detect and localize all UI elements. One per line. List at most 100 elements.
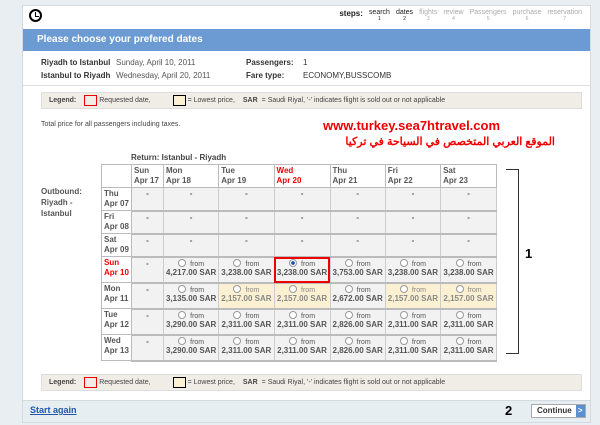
price-cell[interactable]: from 2,672.00 SAR (329, 282, 386, 310)
unavailable-cell: - (273, 233, 331, 258)
step-flights: flights 3 (419, 9, 437, 22)
radio-button[interactable] (344, 285, 353, 294)
price-cell[interactable]: from 2,311.00 SAR (218, 308, 275, 336)
price-cell[interactable]: from 4,217.00 SAR (162, 256, 220, 284)
unavailable-dash: - (411, 189, 415, 198)
radio-button[interactable] (455, 285, 464, 294)
price-value: 3,753.00 SAR (332, 267, 383, 277)
steps-label: steps: (339, 9, 363, 18)
col-date: Apr 23 (443, 176, 468, 185)
radio-button[interactable] (399, 285, 408, 294)
radio-button[interactable] (399, 311, 408, 320)
price-cell[interactable]: from 2,311.00 SAR (440, 334, 498, 362)
radio-button[interactable] (233, 285, 242, 294)
radio-button[interactable] (399, 337, 408, 346)
legend-label: Legend: (49, 379, 77, 386)
radio-button[interactable] (399, 259, 408, 268)
col-date: Apr 17 (134, 176, 159, 185)
start-again-link[interactable]: Start again (30, 405, 77, 415)
row-header-apr-13: Wed Apr 13 (101, 334, 132, 361)
unavailable-cell: - (329, 233, 386, 258)
unavailable-dash: - (467, 189, 470, 198)
annotation-bracket (506, 169, 519, 354)
arrow-right-icon: > (575, 405, 585, 417)
page-title: Please choose your prefered dates (23, 29, 590, 51)
radio-button[interactable] (178, 311, 187, 320)
unavailable-dash: - (146, 258, 149, 268)
col-day: Wed (276, 166, 294, 175)
outbound-line: Outbound: (41, 187, 82, 196)
unavailable-cell: - (329, 187, 386, 212)
price-cell[interactable]: from 2,826.00 SAR (329, 334, 386, 362)
price-cell[interactable]: from 2,311.00 SAR (384, 308, 442, 336)
row-header-apr-07: Thu Apr 07 (101, 187, 132, 211)
from-label: from (411, 260, 426, 268)
unavailable-cell: - (440, 233, 498, 258)
radio-button[interactable] (344, 311, 353, 320)
table-row: Sun Apr 10- from 4,217.00 SAR from 3,238.00 S… (101, 256, 498, 284)
radio-button[interactable] (344, 337, 353, 346)
price-cell[interactable]: from 3,753.00 SAR (329, 256, 386, 284)
steps-progress: steps: search 1 dates 2 flights 3 review 4 Passen… (339, 9, 582, 22)
price-value: 2,311.00 SAR (388, 345, 438, 355)
unavailable-dash: - (146, 235, 149, 245)
price-cell[interactable]: from 3,238.00 SAR (273, 256, 331, 284)
radio-button[interactable] (289, 311, 298, 320)
radio-button[interactable] (178, 259, 187, 268)
radio-button[interactable] (344, 259, 353, 268)
unavailable-cell: - (440, 210, 498, 235)
radio-button[interactable] (455, 311, 464, 320)
radio-button[interactable] (233, 311, 242, 320)
unavailable-cell: - (440, 187, 498, 212)
price-cell[interactable]: from 3,238.00 SAR (384, 256, 442, 284)
row-date: Apr 11 (104, 294, 129, 303)
radio-button[interactable] (289, 337, 298, 346)
radio-button[interactable] (455, 337, 464, 346)
price-cell[interactable]: from 2,157.00 SAR (218, 282, 275, 310)
price-cell[interactable]: from 3,238.00 SAR (218, 256, 275, 284)
price-cell[interactable]: from 2,311.00 SAR (273, 334, 331, 362)
ret-date: Wednesday, April 20, 2011 (116, 71, 211, 80)
price-cell[interactable]: from 3,290.00 SAR (162, 334, 220, 362)
price-cell[interactable]: from 2,311.00 SAR (218, 334, 275, 362)
unavailable-cell: - (131, 308, 164, 336)
unavailable-cell: - (218, 233, 275, 258)
price-cell[interactable]: from 3,135.00 SAR (162, 282, 220, 310)
price-cell[interactable]: from 2,826.00 SAR (329, 308, 386, 336)
radio-button[interactable] (455, 259, 464, 268)
unavailable-dash: - (189, 235, 193, 245)
price-cell[interactable]: from 3,238.00 SAR (440, 256, 498, 284)
col-date: Apr 20 (276, 176, 302, 185)
table-row: Mon Apr 11- from 3,135.00 SAR from 2,157.00 S… (101, 282, 498, 310)
price-cell[interactable]: from 2,157.00 SAR (440, 282, 498, 310)
row-date: Apr 12 (104, 320, 129, 329)
radio-button[interactable] (233, 259, 242, 268)
price-value: 3,238.00 SAR (443, 267, 494, 277)
price-cell[interactable]: from 2,311.00 SAR (384, 334, 442, 362)
row-date: Apr 10 (104, 268, 129, 277)
price-cell[interactable]: from 2,311.00 SAR (440, 308, 498, 336)
column-header-apr-23: Sat Apr 23 (440, 164, 498, 188)
price-cell[interactable]: from 2,311.00 SAR (273, 308, 331, 336)
radio-button[interactable] (178, 285, 187, 294)
step-number: 6 (525, 16, 529, 22)
price-cell[interactable]: from 2,157.00 SAR (384, 282, 442, 310)
radio-button[interactable] (233, 337, 242, 346)
radio-button[interactable] (289, 285, 298, 294)
row-header-apr-11: Mon Apr 11 (101, 282, 132, 309)
from-label: from (190, 312, 205, 320)
from-label: from (411, 338, 426, 346)
radio-button[interactable] (178, 337, 187, 346)
price-cell[interactable]: from 3,290.00 SAR (162, 308, 220, 336)
continue-button[interactable]: Continue > (531, 404, 586, 418)
step-name: search (368, 9, 390, 16)
price-cell[interactable]: from 2,157.00 SAR (273, 282, 331, 310)
from-label: from (245, 260, 260, 268)
unavailable-cell: - (131, 187, 164, 212)
unavailable-dash: - (245, 212, 248, 222)
legend-bottom: Legend: Requested date, = Lowest price, SAR… (41, 374, 582, 391)
radio-button[interactable] (289, 259, 298, 268)
col-date: Apr 22 (387, 176, 413, 185)
requested-swatch (84, 376, 98, 388)
unavailable-cell: - (131, 210, 164, 235)
